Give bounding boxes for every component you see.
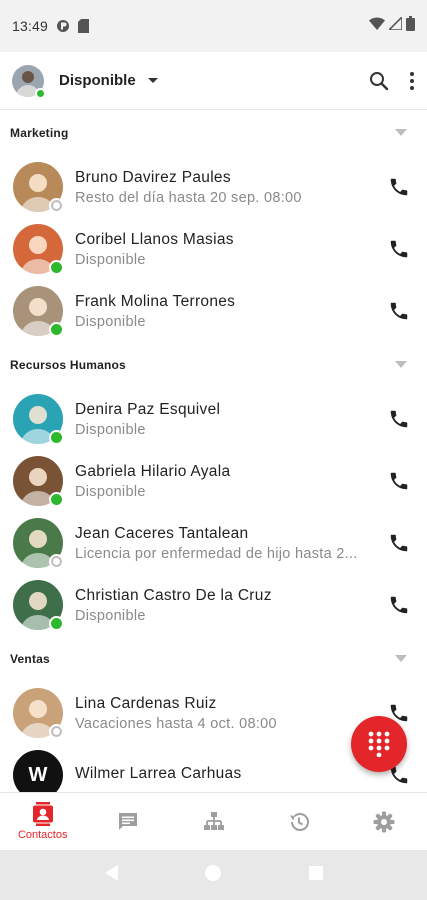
contact-row[interactable]: Coribel Llanos Masias Disponible xyxy=(0,218,427,280)
contact-name: Bruno Davirez Paules xyxy=(75,168,231,186)
presence-dot xyxy=(49,198,64,213)
chat-icon xyxy=(119,812,138,830)
avatar-initial: W xyxy=(28,763,48,786)
cell-signal-icon xyxy=(387,15,403,35)
dialpad-fab[interactable] xyxy=(351,716,407,772)
contact-row[interactable]: Frank Molina Terrones Disponible xyxy=(0,280,427,342)
contact-name: Lina Cardenas Ruiz xyxy=(75,694,217,712)
phone-icon[interactable] xyxy=(379,461,419,501)
contact-status: Disponible xyxy=(75,313,146,330)
contact-row[interactable]: Gabriela Hilario Ayala Disponible xyxy=(0,450,427,512)
phone-icon[interactable] xyxy=(379,229,419,269)
presence-dot xyxy=(49,724,64,739)
contact-name: Coribel Llanos Masias xyxy=(75,230,234,248)
contact-name: Wilmer Larrea Carhuas xyxy=(75,764,242,782)
contact-name: Christian Castro De la Cruz xyxy=(75,586,272,604)
group-name: Recursos Humanos xyxy=(10,358,126,372)
search-icon[interactable] xyxy=(369,71,389,91)
org-chart-icon xyxy=(203,811,224,830)
group-header[interactable]: Recursos Humanos xyxy=(0,342,427,388)
phone-icon[interactable] xyxy=(379,585,419,625)
wifi-icon xyxy=(369,16,385,36)
app-notification-icon xyxy=(56,19,70,33)
status-time: 13:49 xyxy=(12,18,49,34)
gear-icon xyxy=(373,811,395,832)
contact-name: Gabriela Hilario Ayala xyxy=(75,462,231,480)
phone-icon[interactable] xyxy=(379,523,419,563)
phone-icon[interactable] xyxy=(379,167,419,207)
contact-name: Denira Paz Esquivel xyxy=(75,400,221,418)
app-bar: Disponible xyxy=(0,52,427,110)
contact-status: Disponible xyxy=(75,483,146,500)
bottom-navigation: Contactos xyxy=(0,792,427,850)
phone-icon[interactable] xyxy=(379,291,419,331)
recents-icon[interactable] xyxy=(308,865,324,886)
contact-status: Resto del día hasta 20 sep. 08:00 xyxy=(75,189,302,206)
battery-icon xyxy=(406,16,415,36)
contact-row[interactable]: Jean Caceres Tantalean Licencia por enfer… xyxy=(0,512,427,574)
group-header[interactable]: Ventas xyxy=(0,636,427,682)
contact-row[interactable]: Christian Castro De la Cruz Disponible xyxy=(0,574,427,636)
phone-icon[interactable] xyxy=(379,399,419,439)
contact-status: Disponible xyxy=(75,421,146,438)
tab-chat[interactable] xyxy=(85,793,170,850)
dropdown-caret-icon[interactable] xyxy=(147,77,158,84)
my-avatar-button[interactable] xyxy=(12,64,46,99)
contact-status: Licencia por enfermedad de hijo hasta 2.… xyxy=(75,545,358,562)
contact-row[interactable]: Bruno Davirez Paules Resto del día hasta … xyxy=(0,156,427,218)
back-icon[interactable] xyxy=(103,864,119,887)
presence-dot xyxy=(49,260,64,275)
group-header[interactable]: Marketing xyxy=(0,110,427,156)
presence-dot xyxy=(49,492,64,507)
presence-dot xyxy=(49,322,64,337)
sim-card-icon xyxy=(78,19,90,33)
presence-status-label[interactable]: Disponible xyxy=(59,72,136,89)
presence-dot xyxy=(49,616,64,631)
my-presence-dot xyxy=(35,87,46,99)
contact-status: Disponible xyxy=(75,251,146,268)
home-icon[interactable] xyxy=(204,864,222,887)
collapse-chevron-icon[interactable] xyxy=(389,647,413,671)
collapse-chevron-icon[interactable] xyxy=(389,121,413,145)
tab-history[interactable] xyxy=(256,793,341,850)
avatar: W xyxy=(13,750,63,792)
tab-settings[interactable] xyxy=(342,793,427,850)
tab-organization[interactable] xyxy=(171,793,256,850)
more-options-icon[interactable] xyxy=(409,71,415,91)
tab-contacts[interactable]: Contactos xyxy=(0,793,85,850)
contacts-icon xyxy=(32,802,53,826)
presence-dot xyxy=(49,554,64,569)
history-icon xyxy=(289,812,309,831)
contact-name: Jean Caceres Tantalean xyxy=(75,524,249,542)
collapse-chevron-icon[interactable] xyxy=(389,353,413,377)
contacts-list: Marketing Bruno Davirez Paules Resto del d… xyxy=(0,110,427,792)
group-name: Ventas xyxy=(10,652,50,666)
system-navigation-bar xyxy=(0,850,427,900)
contact-row[interactable]: Denira Paz Esquivel Disponible xyxy=(0,388,427,450)
status-bar: 13:49 xyxy=(0,0,427,52)
contact-name: Frank Molina Terrones xyxy=(75,292,236,310)
contact-status: Vacaciones hasta 4 oct. 08:00 xyxy=(75,715,277,732)
tab-contacts-label: Contactos xyxy=(17,829,68,841)
dialpad-icon xyxy=(368,731,390,757)
contact-status: Disponible xyxy=(75,607,146,624)
presence-dot xyxy=(49,430,64,445)
group-name: Marketing xyxy=(10,126,69,140)
